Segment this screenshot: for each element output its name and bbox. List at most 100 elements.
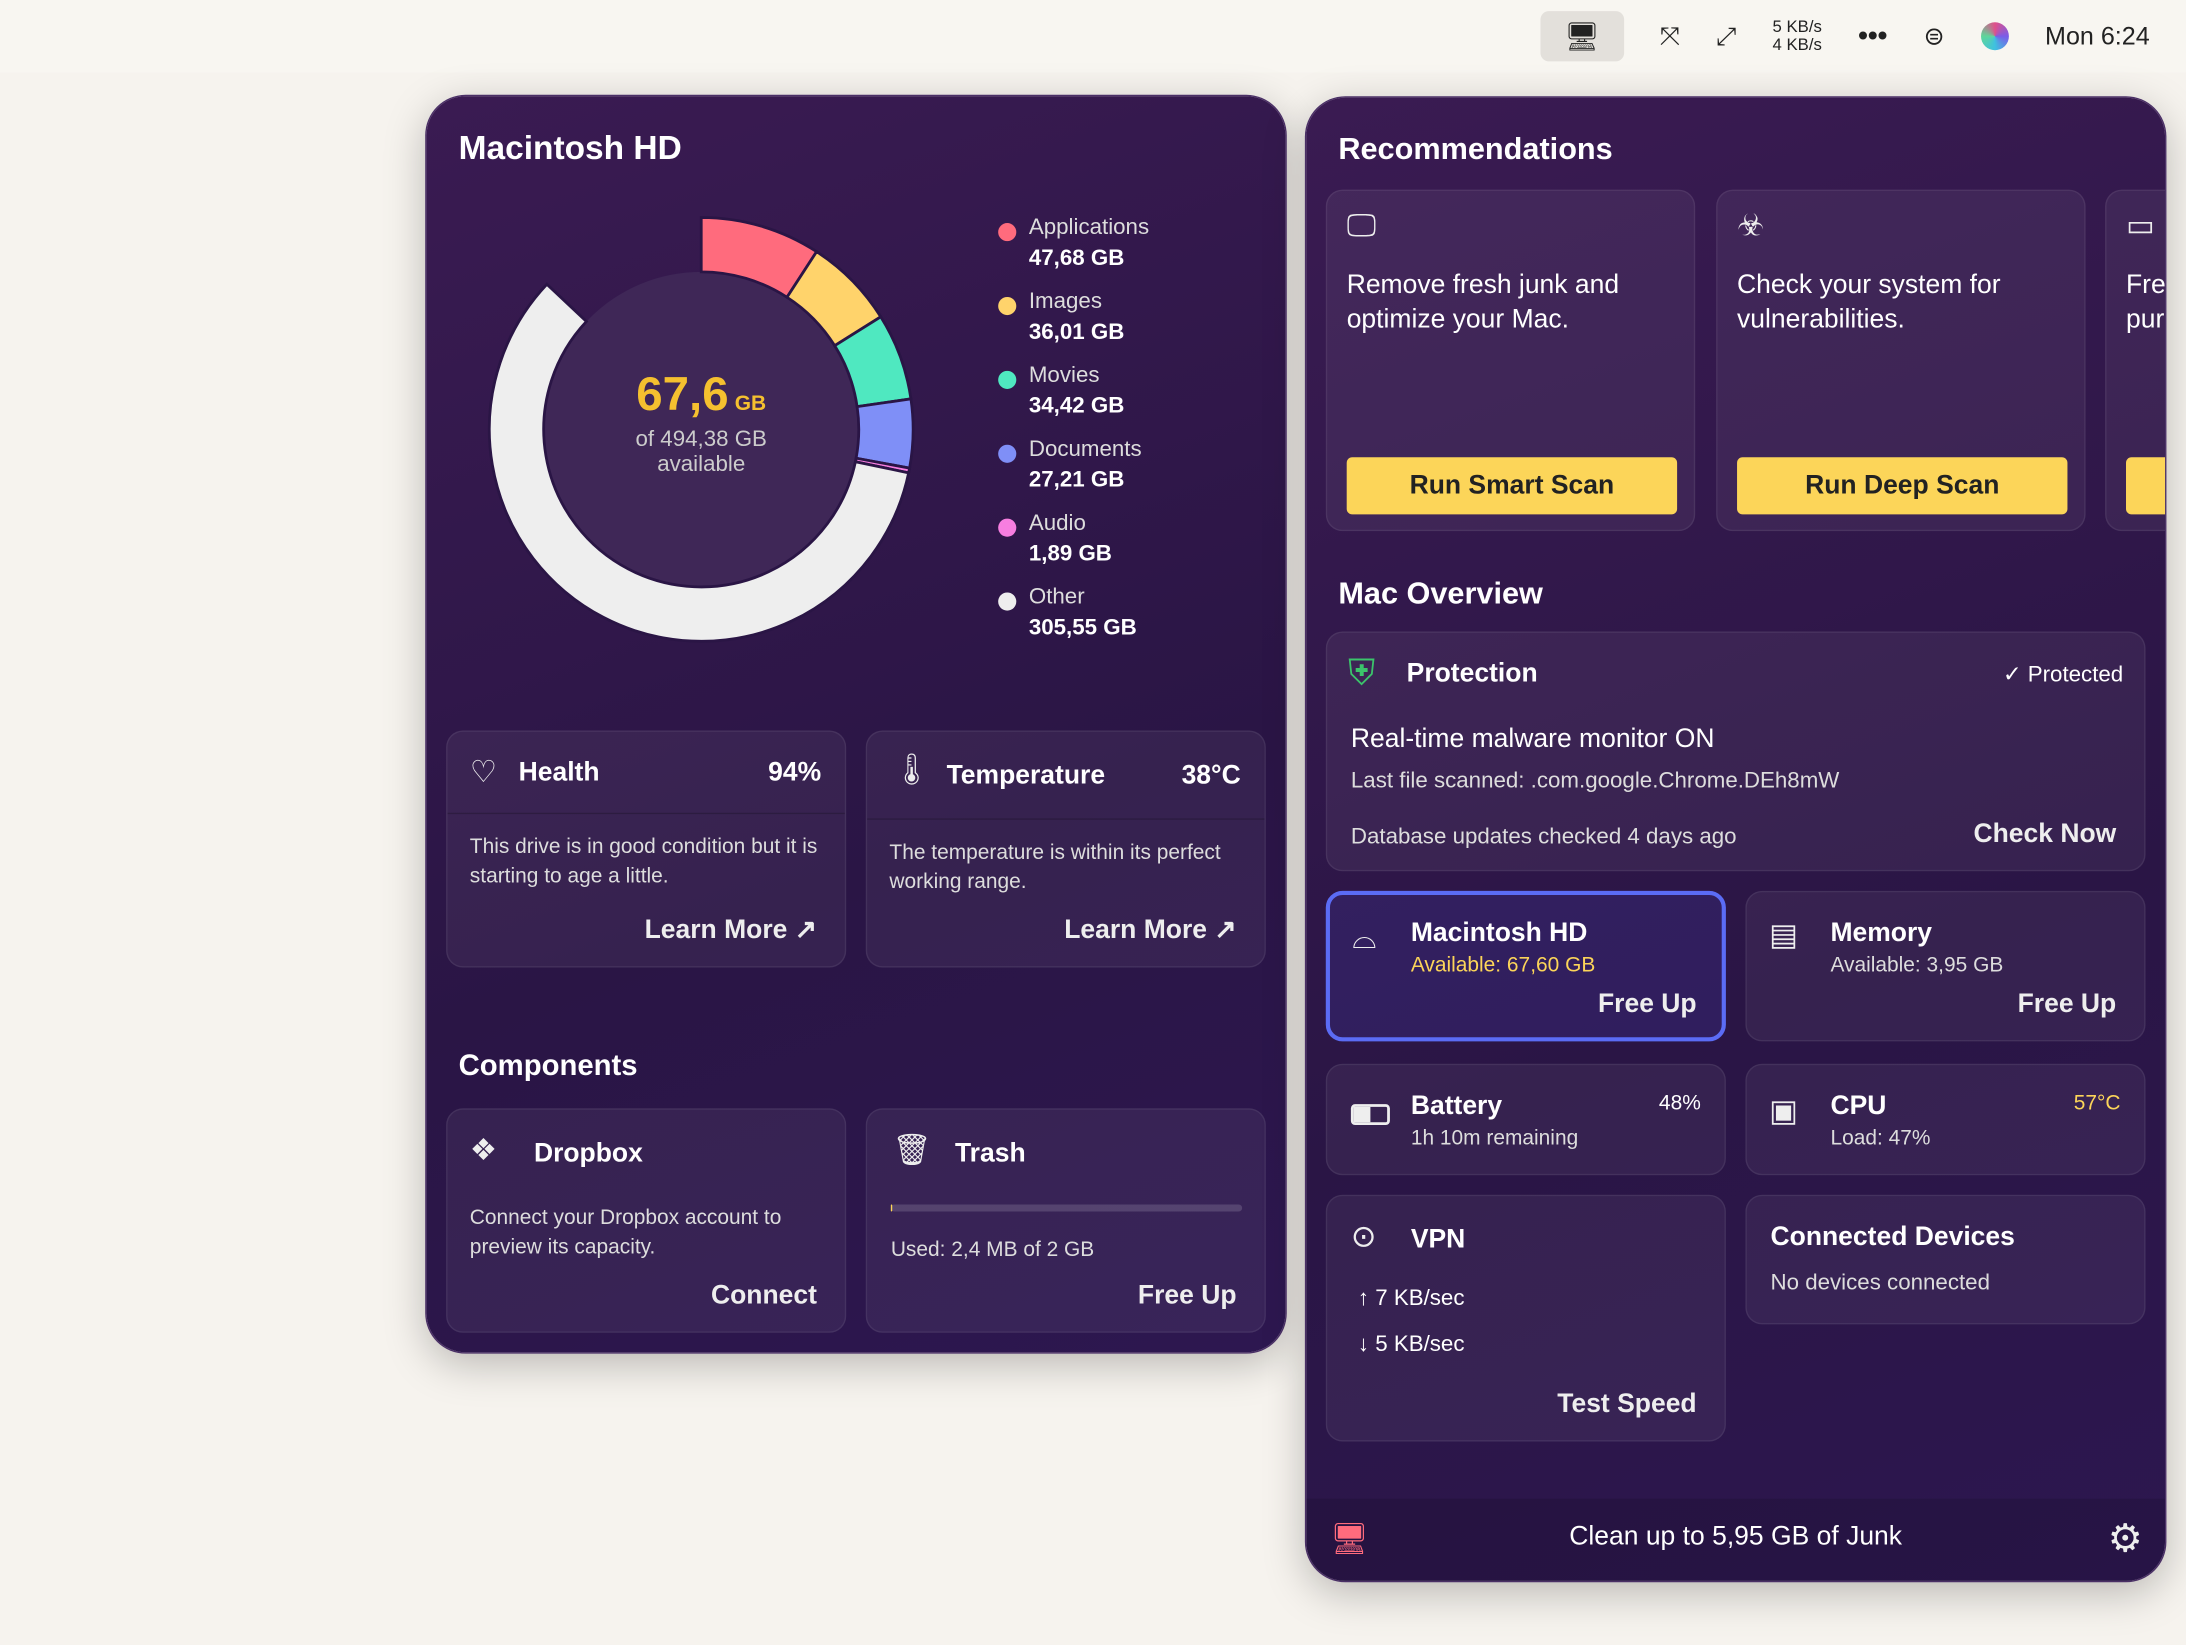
health-learn-more[interactable]: Learn More ↗ <box>645 915 817 947</box>
cpu-temp: 57°C <box>2073 1091 2121 1116</box>
devices-card[interactable]: Connected Devices No devices connected <box>1745 1194 2146 1325</box>
battery-percent: 48% <box>1658 1091 1701 1116</box>
donut-slice-documents <box>854 397 915 470</box>
siri-icon[interactable] <box>1980 22 2009 51</box>
clock[interactable]: Mon 6:24 <box>2045 22 2150 51</box>
legend-value: 305,55 GB <box>1028 616 1137 640</box>
protection-card: ⛨ Protection ✓ Protected Real-time malwa… <box>1325 631 2146 872</box>
legend-item: Movies 34,42 GB <box>998 364 1149 438</box>
recommendations-title: Recommendations <box>1338 131 1613 166</box>
trash-used: Used: 2,4 MB of 2 GB <box>890 1237 1095 1262</box>
legend-label: Audio <box>1028 511 1086 536</box>
devices-status: No devices connected <box>1770 1271 1990 1296</box>
legend-item: Audio 1,89 GB <box>998 512 1149 586</box>
legend-item: Applications 47,68 GB <box>998 216 1149 290</box>
trash-free-up-button[interactable]: Free Up <box>1138 1281 1237 1312</box>
battery-title: Battery <box>1410 1091 1503 1121</box>
trash-title: Trash <box>954 1138 1026 1169</box>
temperature-learn-more[interactable]: Learn More ↗ <box>1064 915 1236 947</box>
trash-icon: 🗑 <box>892 1132 932 1167</box>
temperature-title: Temperature <box>946 761 1106 791</box>
legend-value: 34,42 GB <box>1028 394 1125 419</box>
devices-title: Connected Devices <box>1770 1222 2015 1252</box>
legend-swatch <box>998 592 1017 611</box>
shield-check-icon: ⛨ <box>1348 651 1376 693</box>
check-now-button[interactable]: Check Now <box>1973 820 2116 851</box>
battery-icon <box>1350 1104 1390 1126</box>
vpn-title: VPN <box>1410 1225 1466 1255</box>
memory-card[interactable]: ▤ Memory Available: 3,95 GB Free Up <box>1745 890 2146 1042</box>
display-icon: 🖵 <box>1346 207 1377 243</box>
overview-title: Mac Overview <box>1338 575 1543 611</box>
memory-available: Available: 3,95 GB <box>1830 953 2004 978</box>
last-scanned: Last file scanned: .com.google.Chrome.DE… <box>1350 769 1840 794</box>
gear-icon[interactable]: ⚙ <box>2108 1515 2143 1561</box>
disk-free-up-button[interactable]: Free Up <box>1598 990 1697 1021</box>
check-icon: ✓ <box>2002 663 2028 688</box>
thermometer-icon: 🌡 <box>892 751 932 787</box>
legend-swatch <box>998 223 1017 242</box>
available-label: available <box>657 453 746 477</box>
test-speed-button[interactable]: Test Speed <box>1557 1390 1696 1421</box>
components-title: Components <box>458 1049 638 1082</box>
legend-label: Movies <box>1028 363 1100 388</box>
menu-panel: Recommendations 🖵 Remove fresh junk and … <box>1306 97 2166 1581</box>
cpu-card[interactable]: ▣ CPU 57°C Load: 47% <box>1745 1063 2146 1176</box>
legend-label: Other <box>1028 585 1085 610</box>
legend-label: Applications <box>1028 216 1150 240</box>
disk-title: Macintosh HD <box>1410 918 1588 948</box>
footer: 🖥 Clean up to 5,95 GB of Junk ⚙ <box>1306 1498 2166 1581</box>
protected-status: ✓ Protected <box>2003 661 2123 689</box>
trash-card: 🗑 Trash Used: 2,4 MB of 2 GB Free Up <box>865 1108 1266 1333</box>
disk-panel: Macintosh HD 67,6 GB of 494,38 GB availa… <box>426 96 1286 1353</box>
panel-title: Macintosh HD <box>458 129 682 168</box>
total-text: of 494,38 GB <box>635 427 767 452</box>
disk-available: Available: 67,60 GB <box>1410 953 1596 978</box>
disk-card[interactable]: ⌓ Macintosh HD Available: 67,60 GB Free … <box>1325 890 1726 1042</box>
location-pin-icon: ⊙ <box>1350 1218 1377 1254</box>
recommendation-text: Check your system for vulnerabilities. <box>1737 270 2001 335</box>
trash-progress-bar <box>890 1204 1243 1212</box>
memory-title: Memory <box>1830 918 1933 948</box>
battery-remaining: 1h 10m remaining <box>1410 1126 1579 1151</box>
control-center-icon[interactable]: ⊜ <box>1924 22 1945 51</box>
expand-icon[interactable]: ⤢ <box>1716 22 1736 51</box>
net-up: 5 KB/s <box>1772 16 1822 37</box>
dropbox-card: ❖ Dropbox Connect your Dropbox account t… <box>446 1108 847 1333</box>
vpn-down-value: 5 KB/sec <box>1375 1332 1465 1357</box>
temperature-card: 🌡 Temperature 38°C The temperature is wi… <box>865 730 1266 968</box>
recommendation-card[interactable]: ▭ Fre pur <box>2105 189 2166 532</box>
move-icon[interactable]: ⤧ <box>1660 22 1680 51</box>
menu-bar: 🖥 ⤧ ⤢ 5 KB/s 4 KB/s ••• ⊜ Mon 6:24 <box>0 0 2186 73</box>
health-value: 94% <box>768 758 822 788</box>
dropbox-connect-button[interactable]: Connect <box>711 1281 817 1312</box>
legend-label: Images <box>1028 289 1102 314</box>
legend-value: 47,68 GB <box>1028 246 1125 271</box>
protected-label: Protected <box>2027 663 2124 688</box>
legend-item: Documents 27,21 GB <box>998 438 1149 512</box>
recommendation-text: Remove fresh junk and optimize your Mac. <box>1346 270 1620 335</box>
recommendation-button[interactable] <box>2126 457 2166 515</box>
vpn-card: ⊙ VPN ↑ 7 KB/sec ↓ 5 KB/sec Test Speed <box>1325 1194 1726 1442</box>
battery-card[interactable]: Battery 48% 1h 10m remaining <box>1325 1063 1726 1176</box>
more-icon[interactable]: ••• <box>1858 20 1887 52</box>
protection-title: Protection <box>1406 659 1538 689</box>
legend-value: 1,89 GB <box>1028 542 1112 567</box>
vpn-download: ↓ 5 KB/sec <box>1358 1333 1465 1358</box>
health-card: ♡ Health 94% This drive is in good condi… <box>446 730 847 968</box>
recommendation-card: ☣ Check your system for vulnerabilities.… <box>1716 189 2086 532</box>
run-smart-scan-button[interactable]: Run Smart Scan <box>1346 457 1678 515</box>
health-title: Health <box>518 758 600 788</box>
health-text: This drive is in good condition but it i… <box>469 835 818 889</box>
cpu-icon: ▣ <box>1769 1092 1799 1128</box>
run-deep-scan-button[interactable]: Run Deep Scan <box>1737 457 2068 515</box>
legend-swatch <box>998 296 1017 316</box>
cpu-load: Load: 47% <box>1830 1126 1931 1151</box>
memory-free-up-button[interactable]: Free Up <box>2018 990 2117 1021</box>
network-speed[interactable]: 5 KB/s 4 KB/s <box>1772 16 1822 54</box>
legend-value: 36,01 GB <box>1028 320 1125 345</box>
cleanup-junk-text[interactable]: Clean up to 5,95 GB of Junk <box>1306 1522 2165 1553</box>
dropbox-icon: ❖ <box>469 1132 498 1167</box>
cleanmymac-flag-icon[interactable]: 🖥 <box>1540 11 1624 62</box>
drive-icon: ⌓ <box>1352 920 1377 955</box>
